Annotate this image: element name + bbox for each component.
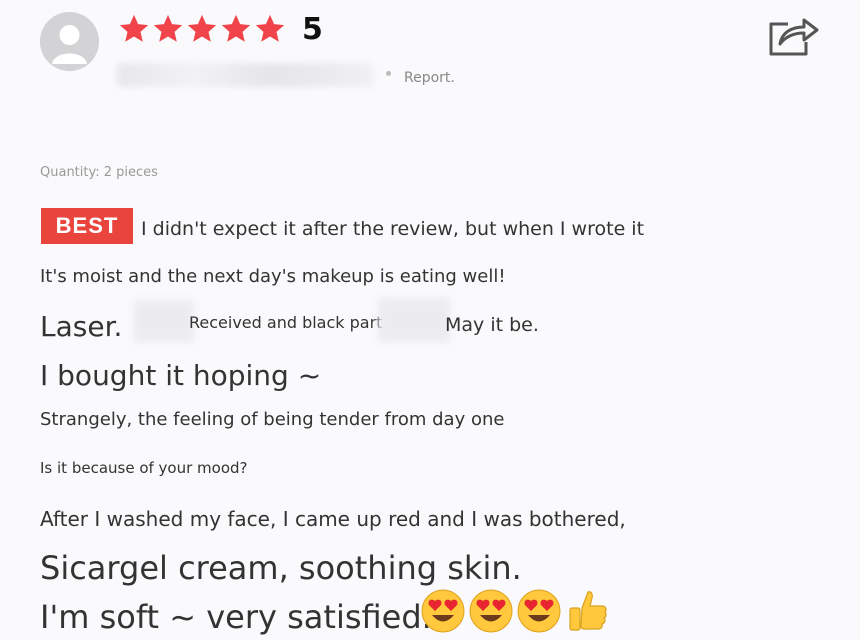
blurred-username (117, 63, 373, 87)
review-text-line: I'm soft ~ very satisfied. (40, 598, 432, 636)
review-text-line: May it be. (445, 314, 539, 336)
star-rating (117, 12, 287, 46)
best-badge: BEST (41, 208, 133, 244)
star-icon (185, 12, 219, 46)
heart-eyes-emoji-icon (516, 588, 562, 634)
star-icon (219, 12, 253, 46)
review-text-line: Is it because of your mood? (40, 459, 248, 477)
review-text-line: Sicargel cream, soothing skin. (40, 549, 522, 587)
star-icon (117, 12, 151, 46)
share-icon[interactable] (766, 12, 820, 58)
quantity-label: Quantity: 2 pieces (40, 165, 158, 180)
thumbs-up-emoji-icon (564, 588, 610, 634)
report-link[interactable]: Report. (404, 68, 455, 88)
review-text-line: I bought it hoping ~ (40, 359, 322, 392)
review-card: 5 Report. Quantity: 2 pieces BEST I didn… (0, 0, 860, 640)
blurred-text (378, 298, 450, 342)
heart-eyes-emoji-icon (468, 588, 514, 634)
user-avatar-icon[interactable] (40, 12, 99, 71)
separator-dot (386, 71, 391, 76)
blurred-text (134, 300, 194, 342)
rating-value: 5 (302, 12, 323, 47)
star-icon (151, 12, 185, 46)
review-text-line: After I washed my face, I came up red an… (40, 507, 626, 531)
review-text-line: Laser. (40, 310, 123, 343)
review-text-line: Received and black part (189, 313, 383, 332)
review-text-line: I didn't expect it after the review, but… (141, 218, 645, 240)
review-text-line: It's moist and the next day's makeup is … (40, 266, 506, 287)
emoji-row (420, 588, 612, 634)
star-icon (253, 12, 287, 46)
heart-eyes-emoji-icon (420, 588, 466, 634)
review-text-line: Strangely, the feeling of being tender f… (40, 409, 505, 430)
